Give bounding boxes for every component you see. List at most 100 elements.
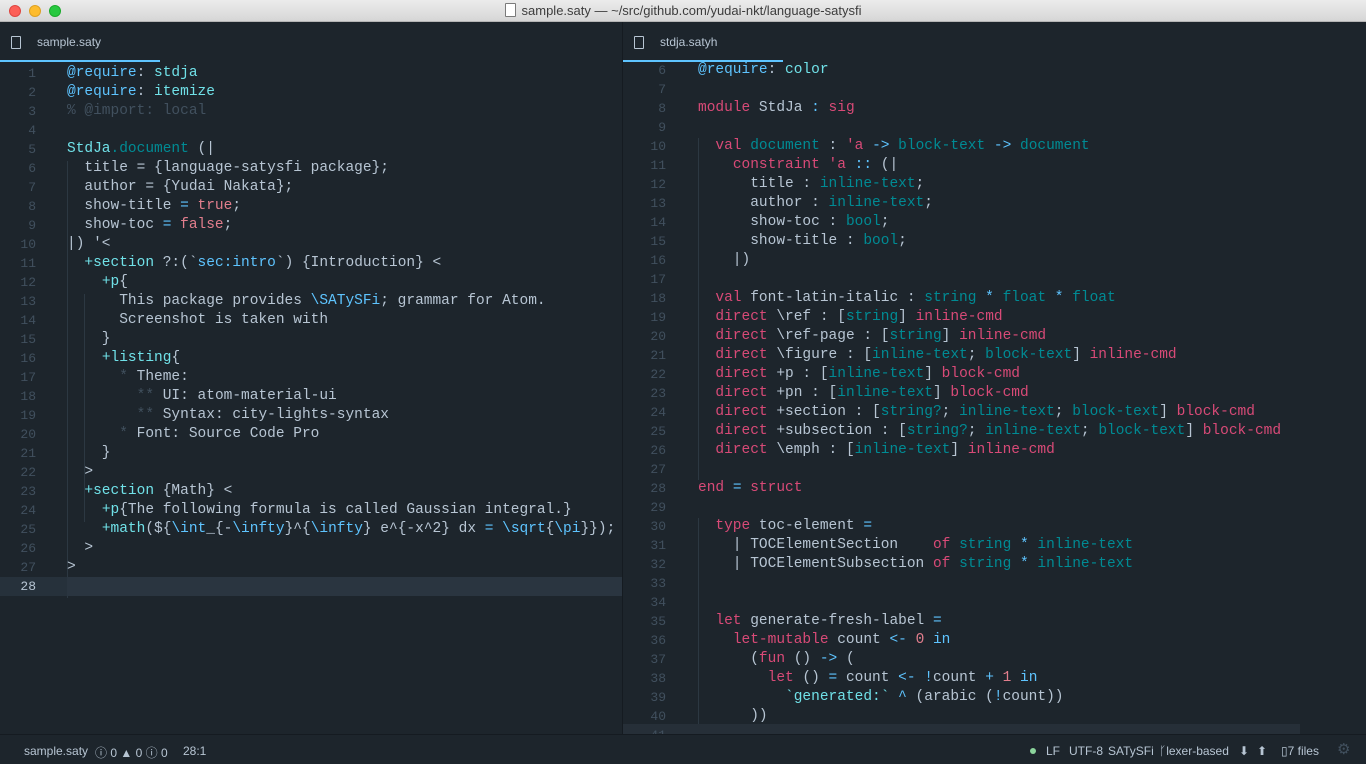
line-number: 26 bbox=[20, 541, 36, 556]
files-count: 7 files bbox=[1287, 744, 1319, 758]
code-line[interactable]: `generated:` ^ (arabic (!count)) bbox=[698, 688, 1063, 707]
code-token: show-toc : bbox=[698, 214, 846, 230]
code-line[interactable]: +listing{ bbox=[67, 349, 180, 368]
code-line[interactable]: direct \emph : [inline-text] inline-cmd bbox=[698, 441, 1054, 460]
file-icon bbox=[634, 36, 644, 49]
code-line[interactable]: direct \ref-page : [string] inline-cmd bbox=[698, 327, 1046, 346]
code-line[interactable]: StdJa.document (| bbox=[67, 140, 215, 159]
code-line[interactable]: @require: stdja bbox=[67, 64, 198, 83]
left-editor-pane[interactable]: sample.saty 1 @require: stdja 2 @require: i… bbox=[0, 22, 622, 734]
code-line[interactable]: type toc-element = bbox=[698, 517, 872, 536]
code-line[interactable]: +section {Math} < bbox=[67, 482, 232, 501]
code-line[interactable]: author : inline-text; bbox=[698, 194, 933, 213]
right-code-editor[interactable]: 6 @require: color 7 8 module StdJa : sig 9 10 … bbox=[623, 62, 1366, 734]
fetch-icon[interactable]: ⬇ bbox=[1239, 744, 1249, 758]
code-line[interactable]: > bbox=[67, 539, 93, 558]
code-line[interactable]: | TOCElementSubsection of string * inlin… bbox=[698, 555, 1133, 574]
code-line[interactable]: val font-latin-italic : string * float *… bbox=[698, 289, 1115, 308]
code-line[interactable]: direct +p : [inline-text] block-cmd bbox=[698, 365, 1020, 384]
code-line[interactable]: } bbox=[67, 330, 111, 349]
code-line[interactable]: end = struct bbox=[698, 479, 802, 498]
code-line[interactable]: )) bbox=[698, 707, 767, 726]
code-token: ; bbox=[967, 423, 986, 439]
error-count: 0 bbox=[110, 746, 118, 760]
diagnostics-summary[interactable]: ⓘ 0 ▲ 0 ⓘ 0 bbox=[95, 744, 168, 761]
cursor-position[interactable]: 28:1 bbox=[183, 744, 206, 758]
code-line[interactable]: ** UI: atom-material-ui bbox=[67, 387, 337, 406]
code-line[interactable]: } bbox=[67, 444, 111, 463]
code-line[interactable]: title = {language-satysfi package}; bbox=[67, 159, 389, 178]
code-line[interactable]: | TOCElementSection of string * inline-t… bbox=[698, 536, 1133, 555]
code-line[interactable]: let () = count <- !count + 1 in bbox=[698, 669, 1038, 688]
code-line[interactable]: show-toc = false; bbox=[67, 216, 232, 235]
code-token: font-latin-italic : bbox=[741, 290, 925, 306]
code-token: \ref : [ bbox=[767, 309, 846, 325]
code-line[interactable]: % @import: local bbox=[67, 102, 206, 121]
push-icon[interactable]: ⬆ bbox=[1257, 744, 1267, 758]
code-line[interactable]: @require: itemize bbox=[67, 83, 215, 102]
code-line[interactable]: direct \figure : [inline-text; block-tex… bbox=[698, 346, 1176, 365]
code-line[interactable]: Screenshot is taken with bbox=[67, 311, 328, 330]
tab-stdja-satyh[interactable]: stdja.satyh bbox=[623, 22, 783, 62]
code-line[interactable]: show-toc : bool; bbox=[698, 213, 889, 232]
encoding-selector[interactable]: UTF-8 bbox=[1069, 744, 1103, 758]
settings-gear-icon[interactable]: ⚙ bbox=[1337, 740, 1350, 758]
code-line[interactable]: direct \ref : [string] inline-cmd bbox=[698, 308, 1002, 327]
code-line[interactable]: author = {Yudai Nakata}; bbox=[67, 178, 293, 197]
left-code-editor[interactable]: 1 @require: stdja 2 @require: itemize 3 % @im… bbox=[0, 62, 622, 734]
code-line[interactable]: let generate-fresh-label = bbox=[698, 612, 941, 631]
code-line[interactable]: * Font: Source Code Pro bbox=[67, 425, 319, 444]
code-line[interactable]: val document : 'a -> block-text -> docum… bbox=[698, 137, 1089, 156]
code-line[interactable]: direct +pn : [inline-text] block-cmd bbox=[698, 384, 1028, 403]
git-branch[interactable]: ᚴlexer-based bbox=[1159, 744, 1229, 758]
code-line[interactable]: > bbox=[67, 558, 76, 577]
code-line[interactable]: module StdJa : sig bbox=[698, 99, 855, 118]
code-line[interactable]: +p{The following formula is called Gauss… bbox=[67, 501, 572, 520]
github-files[interactable]: ▯7 files bbox=[1281, 744, 1319, 758]
code-line[interactable]: +math(${\int_{-\infty}^{\infty} e^{-x^2}… bbox=[67, 520, 615, 539]
code-token: @require bbox=[698, 62, 768, 78]
code-token: \sqrt bbox=[502, 521, 546, 537]
grammar-selector[interactable]: SATySFi bbox=[1108, 744, 1154, 758]
tab-sample-saty[interactable]: sample.saty bbox=[0, 22, 160, 62]
line-number: 11 bbox=[650, 158, 666, 173]
code-line[interactable]: |) bbox=[698, 251, 750, 270]
code-line[interactable]: (fun () -> ( bbox=[698, 650, 854, 669]
code-token: = bbox=[180, 198, 189, 214]
right-editor-pane[interactable]: stdja.satyh 6 @require: color 7 8 module Std… bbox=[623, 22, 1366, 734]
code-line[interactable]: show-title = true; bbox=[67, 197, 241, 216]
code-line[interactable]: let-mutable count <- 0 in bbox=[698, 631, 951, 650]
code-line[interactable]: title : inline-text; bbox=[698, 175, 924, 194]
code-token: <- bbox=[889, 632, 907, 648]
code-line[interactable]: show-title : bool; bbox=[698, 232, 907, 251]
line-number: 13 bbox=[20, 294, 36, 309]
code-line[interactable]: This package provides \SATySFi; grammar … bbox=[67, 292, 545, 311]
code-token: bool bbox=[845, 214, 881, 230]
code-line[interactable]: constraint 'a :: (| bbox=[698, 156, 898, 175]
document-icon bbox=[504, 3, 516, 17]
code-token: direct bbox=[715, 385, 768, 401]
code-line[interactable]: +p{ bbox=[67, 273, 128, 292]
code-line[interactable]: > bbox=[67, 463, 93, 482]
code-token: : bbox=[136, 65, 155, 81]
code-line[interactable]: direct +subsection : [string?; inline-te… bbox=[698, 422, 1281, 441]
line-number: 8 bbox=[28, 199, 36, 214]
code-token: : bbox=[819, 138, 846, 154]
code-line[interactable]: |) '< bbox=[67, 235, 111, 254]
line-number: 28 bbox=[650, 481, 666, 496]
code-token: false bbox=[180, 217, 224, 233]
code-token: count bbox=[932, 670, 986, 686]
code-line[interactable]: ** Syntax: city-lights-syntax bbox=[67, 406, 389, 425]
code-line[interactable]: +section ?:(`sec:intro`) {Introduction} … bbox=[67, 254, 441, 273]
line-ending-selector[interactable]: LF bbox=[1046, 744, 1060, 758]
code-line[interactable]: @require: color bbox=[698, 61, 829, 80]
status-file-name[interactable]: sample.saty bbox=[24, 744, 88, 758]
code-line[interactable]: * Theme: bbox=[67, 368, 189, 387]
code-line[interactable]: direct +section : [string?; inline-text;… bbox=[698, 403, 1255, 422]
